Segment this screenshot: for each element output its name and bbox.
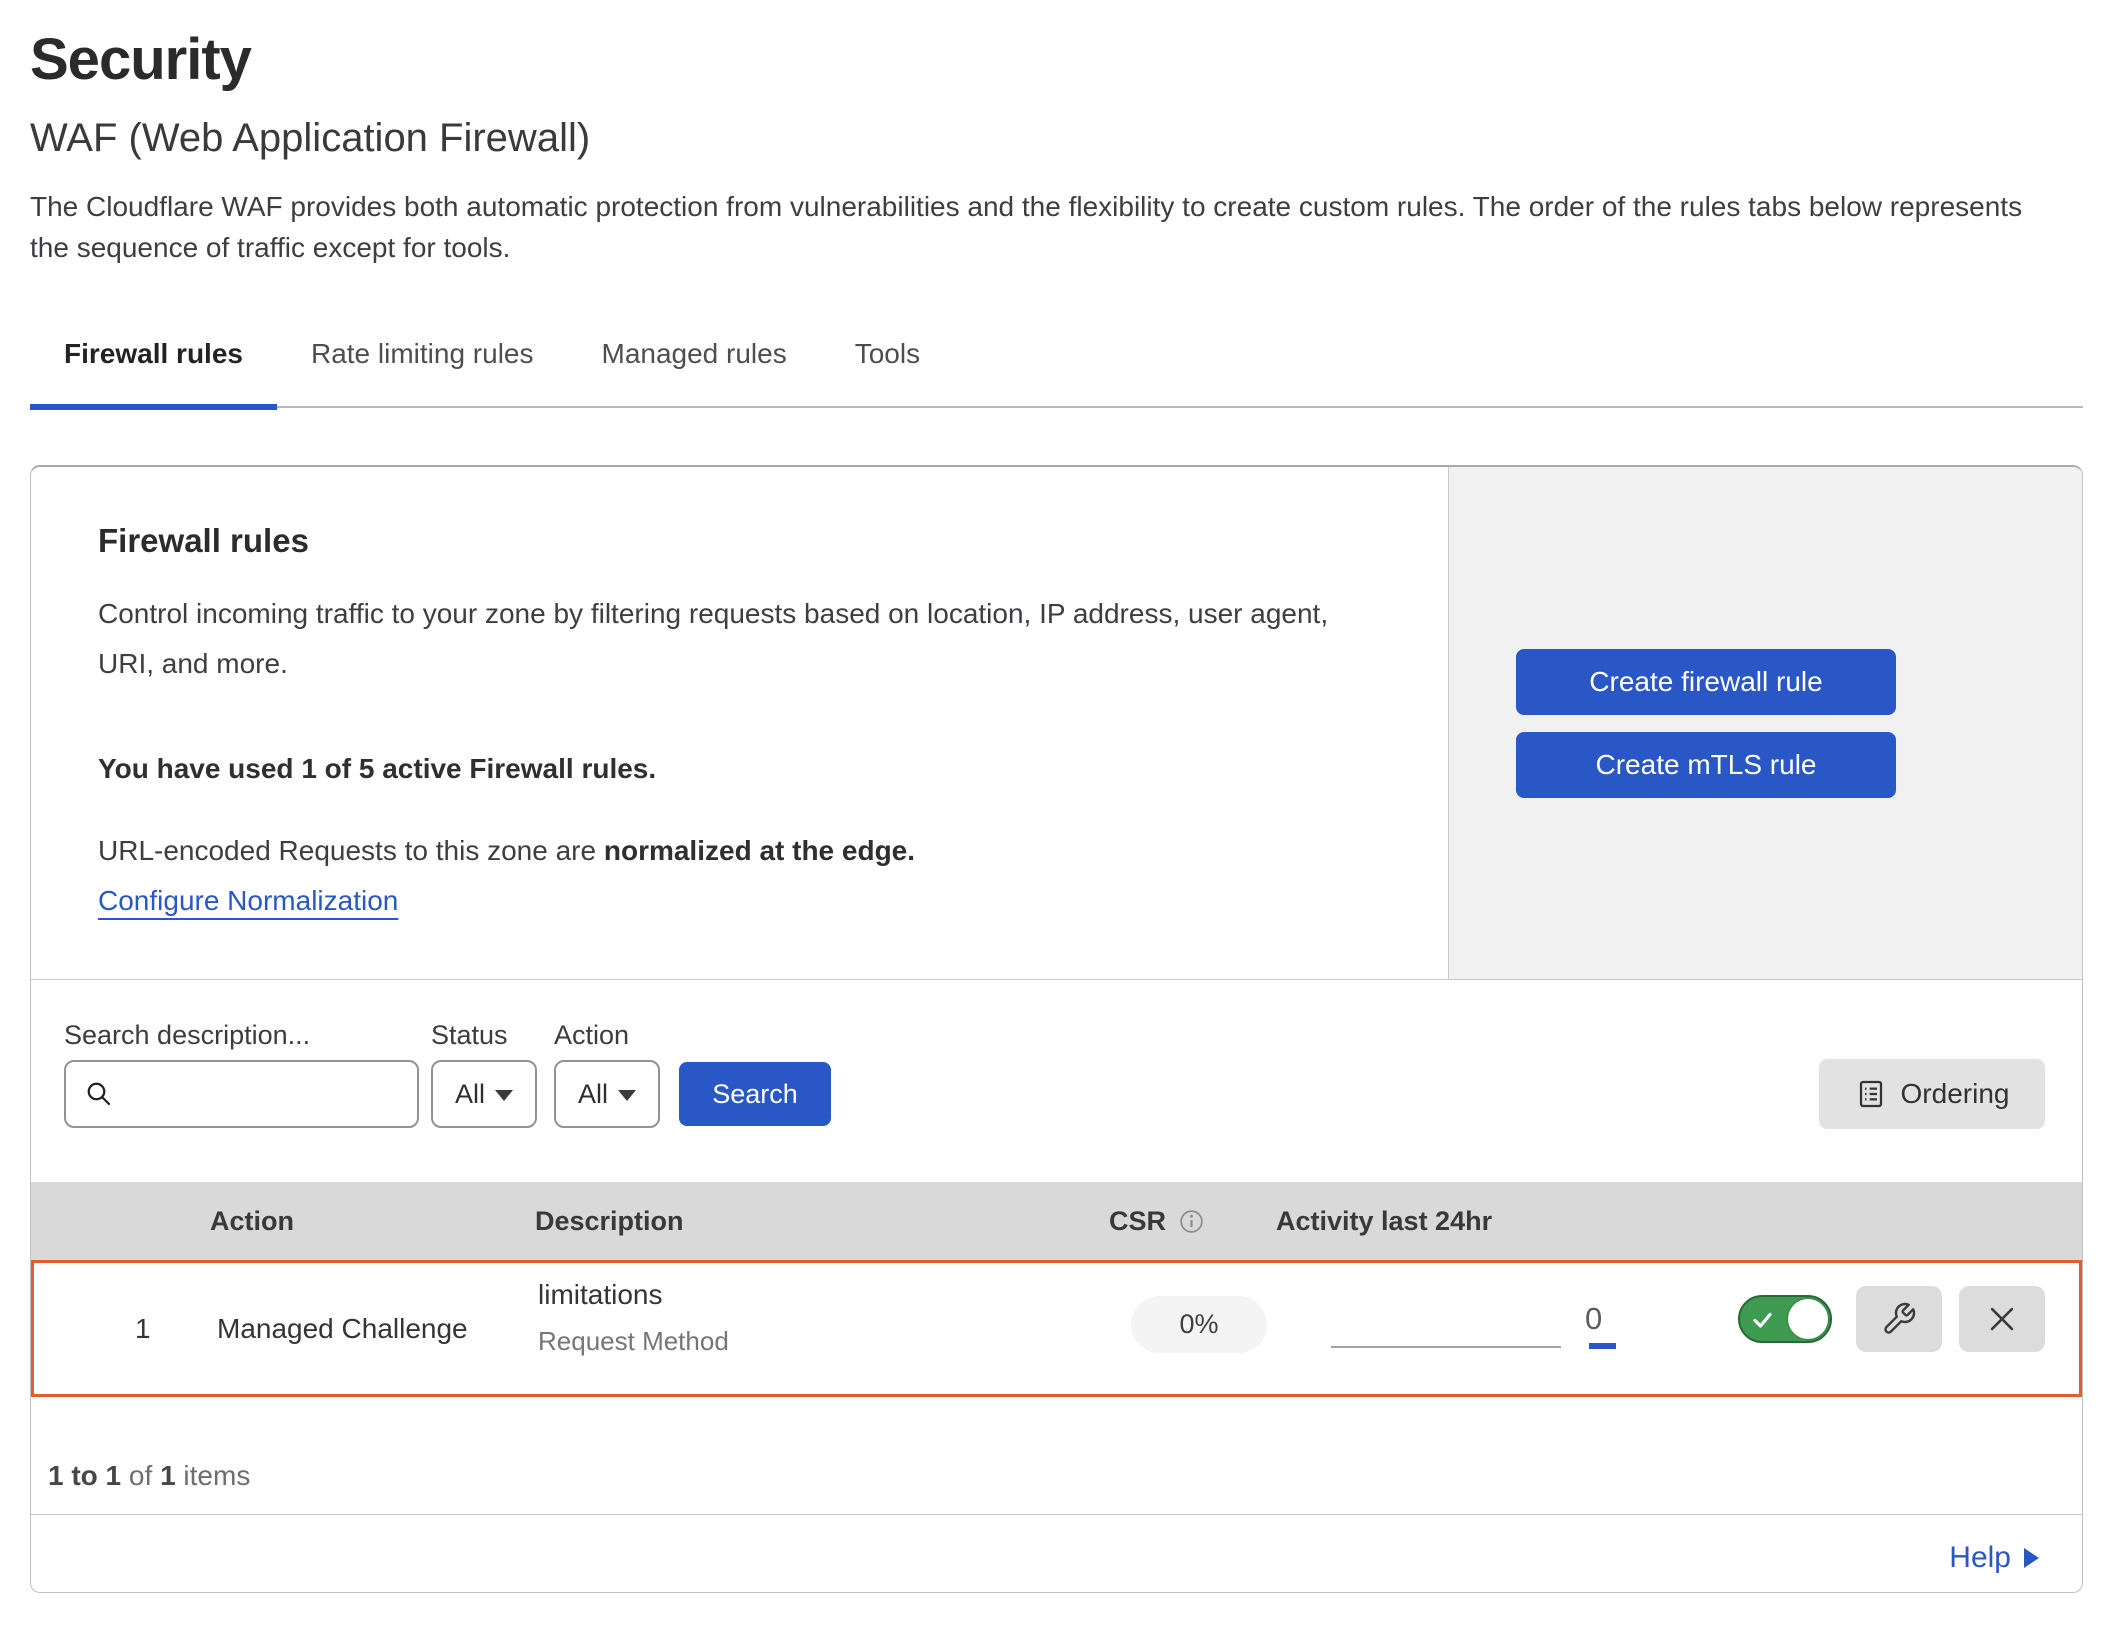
tab-tools[interactable]: Tools <box>821 330 954 406</box>
arrow-right-icon <box>2023 1547 2040 1569</box>
items-word: items <box>183 1460 250 1491</box>
rule-action: Managed Challenge <box>217 1313 468 1345</box>
overview-description: Control incoming traffic to your zone by… <box>98 589 1338 689</box>
actions-panel <box>1448 467 2082 979</box>
toggle-knob <box>1788 1299 1828 1339</box>
normalization-bold-text: normalized at the edge. <box>604 835 915 866</box>
search-button[interactable]: Search <box>679 1062 831 1126</box>
ordering-button[interactable]: Ordering <box>1819 1059 2045 1129</box>
create-mtls-rule-button[interactable]: Create mTLS rule <box>1516 732 1896 798</box>
page-title: Security <box>30 26 251 93</box>
normalization-text: URL-encoded Requests to this zone are <box>98 835 604 866</box>
items-range: 1 to 1 <box>48 1460 121 1491</box>
firewall-rules-card: Firewall rules Control incoming traffic … <box>30 465 2083 1593</box>
usage-summary: You have used 1 of 5 active Firewall rul… <box>98 753 656 785</box>
column-header-csr: CSR <box>1109 1206 1205 1237</box>
page-subtitle: WAF (Web Application Firewall) <box>30 116 590 161</box>
configure-normalization-link[interactable]: Configure Normalization <box>98 885 398 917</box>
firewall-rule-row-highlighted[interactable]: 1 Managed Challenge limitations Request … <box>31 1260 2082 1397</box>
action-label: Action <box>554 1020 629 1051</box>
tab-managed-rules[interactable]: Managed rules <box>568 330 821 406</box>
activity-sparkline <box>1331 1346 1561 1348</box>
search-input[interactable] <box>124 1079 394 1110</box>
delete-rule-button[interactable] <box>1959 1286 2045 1352</box>
security-waf-page: Security WAF (Web Application Firewall) … <box>0 0 2114 1638</box>
column-header-action: Action <box>210 1206 294 1237</box>
items-total: 1 <box>160 1460 176 1491</box>
table-footer: 1 to 1 of 1 items <box>31 1397 2082 1514</box>
action-dropdown[interactable]: All <box>554 1060 660 1128</box>
rule-expression: Request Method <box>538 1326 729 1357</box>
table-header: Action Description CSR Activity last 24h… <box>31 1182 2082 1260</box>
activity-count: 0 <box>1585 1301 1602 1337</box>
column-header-activity: Activity last 24hr <box>1276 1206 1492 1237</box>
help-bar: Help <box>31 1514 2082 1592</box>
column-header-description: Description <box>535 1206 684 1237</box>
tab-bar: Firewall rules Rate limiting rules Manag… <box>30 330 2083 408</box>
wrench-icon <box>1881 1301 1917 1337</box>
list-icon <box>1855 1078 1887 1110</box>
rule-priority: 1 <box>135 1313 151 1345</box>
normalization-note: URL-encoded Requests to this zone are no… <box>98 835 915 867</box>
rule-enabled-toggle[interactable] <box>1738 1295 1832 1343</box>
search-icon <box>84 1079 114 1109</box>
info-icon[interactable] <box>1178 1208 1205 1235</box>
overview-heading: Firewall rules <box>98 522 309 560</box>
help-link[interactable]: Help <box>1949 1541 2040 1575</box>
search-input-container[interactable] <box>64 1060 419 1128</box>
status-dropdown-value: All <box>455 1079 485 1110</box>
page-description: The Cloudflare WAF provides both automat… <box>30 186 2058 268</box>
tab-rate-limiting-rules[interactable]: Rate limiting rules <box>277 330 568 406</box>
edit-rule-button[interactable] <box>1856 1286 1942 1352</box>
filter-bar: Search description... Status Action All … <box>31 980 2082 1182</box>
close-icon <box>1985 1302 2019 1336</box>
status-dropdown[interactable]: All <box>431 1060 537 1128</box>
action-dropdown-value: All <box>578 1079 608 1110</box>
items-of: of <box>129 1460 152 1491</box>
chevron-down-icon <box>618 1090 636 1101</box>
status-label: Status <box>431 1020 508 1051</box>
activity-marker <box>1589 1343 1616 1349</box>
csr-header-label: CSR <box>1109 1206 1166 1237</box>
csr-badge: 0% <box>1131 1296 1267 1353</box>
check-icon <box>1751 1308 1775 1332</box>
search-label: Search description... <box>64 1020 310 1051</box>
help-link-label: Help <box>1949 1541 2011 1575</box>
overview-section: Firewall rules Control incoming traffic … <box>31 467 2082 980</box>
chevron-down-icon <box>495 1090 513 1101</box>
items-count: 1 to 1 of 1 items <box>48 1460 250 1492</box>
tab-firewall-rules[interactable]: Firewall rules <box>30 330 277 410</box>
ordering-button-label: Ordering <box>1901 1078 2010 1110</box>
rule-description: limitations <box>538 1279 662 1311</box>
create-firewall-rule-button[interactable]: Create firewall rule <box>1516 649 1896 715</box>
